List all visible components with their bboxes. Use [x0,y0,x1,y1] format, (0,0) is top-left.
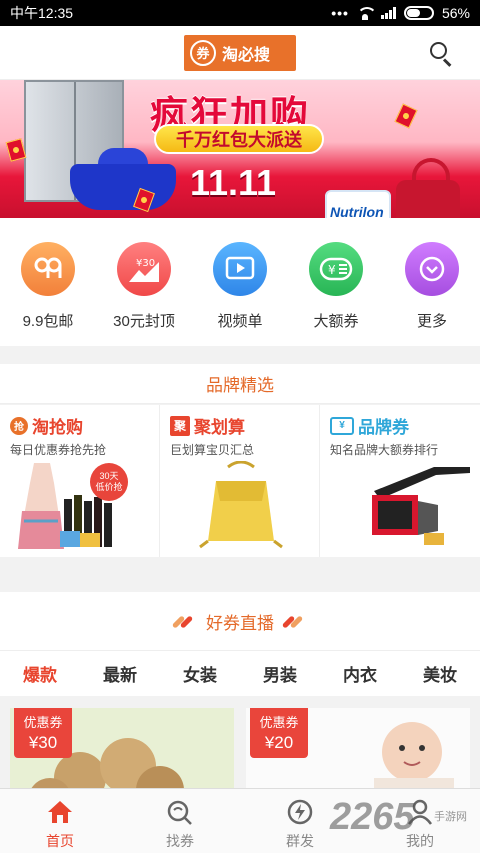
brand-card-title-row: 抢 淘抢购 [10,413,159,438]
banner-slogan: 千万红包大派送 [154,124,324,154]
tab-underwear[interactable]: 内衣 [320,651,400,696]
category-label: 9.9包邮 [22,313,74,330]
chevron-down-icon [405,242,459,296]
decor-slash-icon [281,615,306,629]
category-label: 30元封顶 [113,313,175,330]
tab-hot[interactable]: 爆款 [0,651,80,696]
category-label: 大额券 [313,313,359,330]
brand-section-header: 品牌精选 [0,364,480,404]
brand-card-flash-sale[interactable]: 抢 淘抢购 每日优惠券抢先抢 30天 低价抢 [0,405,160,557]
search-icon-handle [442,58,452,67]
battery-icon [403,6,434,20]
brand-card-subtitle: 知名品牌大额券排行 [330,443,439,457]
app-logo[interactable]: 券 淘必搜 [184,34,296,71]
home-icon [48,801,72,823]
live-section-header: 好券直播 [0,592,480,650]
promo-banner[interactable]: 疯狂加购 千万红包大派送 11.11 Nutrilon [0,80,480,218]
category-item-30-cap[interactable]: ¥30 30元封顶 [96,218,192,346]
banner-date: 11.11 [189,162,277,203]
category-grid: 9.9包邮 ¥30 30元封顶 视频单 ¥ 大额券 更多 [0,218,480,346]
coupon-label: 优惠券 [23,715,63,730]
brand-card-brand-coupon[interactable]: ¥ 品牌券 知名品牌大额券排行 [320,405,480,557]
coupon-value: ¥20 [264,733,294,752]
category-item-more[interactable]: 更多 [384,218,480,346]
brand-cards: 抢 淘抢购 每日优惠券抢先抢 30天 低价抢 聚 聚划算 巨划算宝贝汇总 ¥ 品… [0,405,480,557]
search-button[interactable] [428,40,454,67]
nav-label: 群发 [286,833,314,849]
brand-card-juhuasuan[interactable]: 聚 聚划算 巨划算宝贝汇总 [160,405,320,557]
coupon-label: 优惠券 [259,715,299,730]
flash-sale-icon: 抢 [10,416,28,435]
product-grid: 优惠券 ¥30 优惠券 ¥20 [0,698,480,794]
brand-coupon-icon: ¥ [330,416,354,435]
red-envelope-icon [394,103,418,129]
watermark-sub: 手游网 [434,811,467,823]
milk-can-label: Nutrilon [330,204,384,218]
wifi-icon [356,7,377,20]
nav-find-coupon[interactable]: 找券 [120,789,240,853]
yellow-bag-image [199,461,283,549]
brand-card-title: 聚划算 [194,418,245,437]
status-icons: ••• 56% [331,5,470,21]
category-tabs: 爆款 最新 女装 男装 内衣 美妆 [0,650,480,696]
badge-99-icon [21,242,75,296]
price-cap-icon: ¥30 [117,242,171,296]
brand-card-title: 淘抢购 [32,418,83,437]
brand-card-subtitle: 巨划算宝贝汇总 [170,443,255,457]
category-label: 更多 [416,313,447,330]
low-price-tag: 30天 低价抢 [90,463,128,501]
coupon-tag: 优惠券 ¥20 [250,708,308,758]
coupon-value: ¥30 [28,733,58,752]
search-coupon-icon [167,800,192,825]
notification-dots: ••• [331,5,349,21]
handbag-image [396,158,460,218]
live-section-title: 好券直播 [206,613,274,633]
tab-latest[interactable]: 最新 [80,651,160,696]
nav-home[interactable]: 首页 [0,789,120,853]
product-card[interactable]: 优惠券 ¥30 [10,708,234,794]
app-header: 券 淘必搜 [0,26,480,80]
category-item-video[interactable]: 视频单 [192,218,288,346]
battery-percent: 56% [441,5,470,21]
coupon-tag: 优惠券 ¥30 [14,708,72,758]
signal-icon [380,7,396,19]
svg-text:¥: ¥ [328,263,336,277]
category-label: 视频单 [217,313,263,330]
status-time: 中午12:35 [10,5,74,21]
decor-slash-icon [171,615,196,629]
svg-text:¥30: ¥30 [136,258,155,269]
brand-card-title: 品牌券 [358,418,409,437]
product-card[interactable]: 优惠券 ¥20 [246,708,470,794]
juhuasuan-icon: 聚 [170,415,190,436]
watermark-logo: 2265 [330,796,415,838]
brand-card-title-row: 聚 聚划算 [170,413,319,438]
fry-cutter-image [372,467,470,545]
category-item-99-free-shipping[interactable]: 9.9包邮 [0,218,96,346]
app-name: 淘必搜 [222,46,271,64]
nav-label: 找券 [166,833,194,849]
nav-label: 首页 [46,833,74,849]
brand-section-title: 品牌精选 [206,376,274,395]
brand-card-title-row: ¥ 品牌券 [330,413,480,438]
category-item-big-coupon[interactable]: ¥ 大额券 [288,218,384,346]
broadcast-icon [287,799,313,825]
coupon-badge-icon: 券 [190,39,216,66]
search-icon [430,42,447,59]
pot-image [70,148,176,210]
play-video-icon [213,242,267,296]
tab-men[interactable]: 男装 [240,651,320,696]
tab-women[interactable]: 女装 [160,651,240,696]
brand-card-subtitle: 每日优惠券抢先抢 [10,443,107,457]
big-coupon-icon: ¥ [309,242,363,296]
tab-beauty[interactable]: 美妆 [400,651,480,696]
status-bar: 中午12:35 ••• 56% [0,0,480,26]
